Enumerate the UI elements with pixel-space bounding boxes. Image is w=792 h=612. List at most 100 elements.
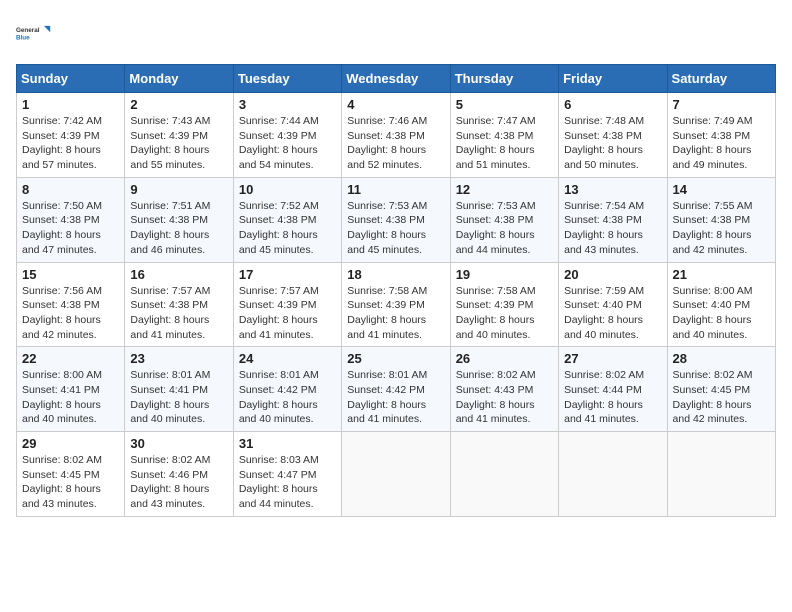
calendar-header-thursday: Thursday — [450, 65, 558, 93]
day-number: 24 — [239, 351, 336, 366]
calendar-cell: 20Sunrise: 7:59 AM Sunset: 4:40 PM Dayli… — [559, 262, 667, 347]
day-info: Sunrise: 7:52 AM Sunset: 4:38 PM Dayligh… — [239, 199, 336, 258]
day-info: Sunrise: 7:44 AM Sunset: 4:39 PM Dayligh… — [239, 114, 336, 173]
calendar-cell: 14Sunrise: 7:55 AM Sunset: 4:38 PM Dayli… — [667, 177, 775, 262]
day-info: Sunrise: 7:48 AM Sunset: 4:38 PM Dayligh… — [564, 114, 661, 173]
calendar-cell: 15Sunrise: 7:56 AM Sunset: 4:38 PM Dayli… — [17, 262, 125, 347]
calendar-header-saturday: Saturday — [667, 65, 775, 93]
day-number: 27 — [564, 351, 661, 366]
calendar-cell: 22 Sunrise: 8:00 AM Sunset: 4:41 PM Dayli… — [17, 347, 125, 432]
calendar-cell: 26 Sunrise: 8:02 AM Sunset: 4:43 PM Dayli… — [450, 347, 558, 432]
day-number: 12 — [456, 182, 553, 197]
calendar-cell: 2 Sunrise: 7:43 AM Sunset: 4:39 PM Daylig… — [125, 93, 233, 178]
calendar-cell: 24 Sunrise: 8:01 AM Sunset: 4:42 PM Dayli… — [233, 347, 341, 432]
calendar-cell: 23 Sunrise: 8:01 AM Sunset: 4:41 PM Dayli… — [125, 347, 233, 432]
day-info: Sunrise: 8:00 AM Sunset: 4:41 PM Dayligh… — [22, 368, 119, 427]
calendar-cell: 8 Sunrise: 7:50 AM Sunset: 4:38 PM Daylig… — [17, 177, 125, 262]
day-info: Sunrise: 7:50 AM Sunset: 4:38 PM Dayligh… — [22, 199, 119, 258]
day-number: 23 — [130, 351, 227, 366]
day-info: Sunrise: 7:51 AM Sunset: 4:38 PM Dayligh… — [130, 199, 227, 258]
calendar-cell — [342, 432, 450, 517]
calendar-cell: 3 Sunrise: 7:44 AM Sunset: 4:39 PM Daylig… — [233, 93, 341, 178]
day-number: 26 — [456, 351, 553, 366]
day-info: Sunrise: 8:01 AM Sunset: 4:42 PM Dayligh… — [347, 368, 444, 427]
calendar-cell: 4 Sunrise: 7:46 AM Sunset: 4:38 PM Daylig… — [342, 93, 450, 178]
calendar-cell: 29 Sunrise: 8:02 AM Sunset: 4:45 PM Dayli… — [17, 432, 125, 517]
day-number: 20 — [564, 267, 661, 282]
calendar-header-monday: Monday — [125, 65, 233, 93]
calendar-cell: 13 Sunrise: 7:54 AM Sunset: 4:38 PM Dayli… — [559, 177, 667, 262]
calendar-cell: 10 Sunrise: 7:52 AM Sunset: 4:38 PM Dayli… — [233, 177, 341, 262]
day-number: 16 — [130, 267, 227, 282]
calendar-cell — [667, 432, 775, 517]
day-info: Sunrise: 7:53 AM Sunset: 4:38 PM Dayligh… — [456, 199, 553, 258]
day-number: 8 — [22, 182, 119, 197]
calendar-cell: 1 Sunrise: 7:42 AM Sunset: 4:39 PM Daylig… — [17, 93, 125, 178]
day-number: 21 — [673, 267, 770, 282]
day-info: Sunrise: 8:01 AM Sunset: 4:42 PM Dayligh… — [239, 368, 336, 427]
day-number: 13 — [564, 182, 661, 197]
calendar-cell: 16Sunrise: 7:57 AM Sunset: 4:38 PM Dayli… — [125, 262, 233, 347]
calendar-cell — [559, 432, 667, 517]
day-info: Sunrise: 8:00 AM Sunset: 4:40 PM Dayligh… — [673, 284, 770, 343]
day-info: Sunrise: 7:46 AM Sunset: 4:38 PM Dayligh… — [347, 114, 444, 173]
calendar-week-row: 15Sunrise: 7:56 AM Sunset: 4:38 PM Dayli… — [17, 262, 776, 347]
day-info: Sunrise: 8:02 AM Sunset: 4:45 PM Dayligh… — [673, 368, 770, 427]
calendar-week-row: 8 Sunrise: 7:50 AM Sunset: 4:38 PM Daylig… — [17, 177, 776, 262]
calendar-cell: 11Sunrise: 7:53 AM Sunset: 4:38 PM Dayli… — [342, 177, 450, 262]
calendar-cell: 21 Sunrise: 8:00 AM Sunset: 4:40 PM Dayli… — [667, 262, 775, 347]
day-number: 30 — [130, 436, 227, 451]
calendar-cell: 6Sunrise: 7:48 AM Sunset: 4:38 PM Daylig… — [559, 93, 667, 178]
day-info: Sunrise: 8:02 AM Sunset: 4:43 PM Dayligh… — [456, 368, 553, 427]
day-number: 4 — [347, 97, 444, 112]
day-info: Sunrise: 8:02 AM Sunset: 4:45 PM Dayligh… — [22, 453, 119, 512]
day-info: Sunrise: 7:42 AM Sunset: 4:39 PM Dayligh… — [22, 114, 119, 173]
day-number: 29 — [22, 436, 119, 451]
day-info: Sunrise: 7:47 AM Sunset: 4:38 PM Dayligh… — [456, 114, 553, 173]
logo-icon: GeneralBlue — [16, 16, 52, 52]
day-info: Sunrise: 7:58 AM Sunset: 4:39 PM Dayligh… — [456, 284, 553, 343]
day-number: 25 — [347, 351, 444, 366]
day-number: 22 — [22, 351, 119, 366]
calendar-cell: 25 Sunrise: 8:01 AM Sunset: 4:42 PM Dayli… — [342, 347, 450, 432]
day-number: 1 — [22, 97, 119, 112]
day-info: Sunrise: 7:55 AM Sunset: 4:38 PM Dayligh… — [673, 199, 770, 258]
calendar-week-row: 1 Sunrise: 7:42 AM Sunset: 4:39 PM Daylig… — [17, 93, 776, 178]
calendar-header-wednesday: Wednesday — [342, 65, 450, 93]
calendar-header-sunday: Sunday — [17, 65, 125, 93]
svg-text:General: General — [16, 27, 40, 34]
day-info: Sunrise: 8:02 AM Sunset: 4:46 PM Dayligh… — [130, 453, 227, 512]
calendar-cell: 17 Sunrise: 7:57 AM Sunset: 4:39 PM Dayli… — [233, 262, 341, 347]
day-number: 18 — [347, 267, 444, 282]
day-number: 10 — [239, 182, 336, 197]
day-number: 5 — [456, 97, 553, 112]
day-number: 7 — [673, 97, 770, 112]
calendar-cell: 27Sunrise: 8:02 AM Sunset: 4:44 PM Dayli… — [559, 347, 667, 432]
page-header: GeneralBlue — [16, 16, 776, 52]
calendar-cell: 28 Sunrise: 8:02 AM Sunset: 4:45 PM Dayli… — [667, 347, 775, 432]
day-info: Sunrise: 7:49 AM Sunset: 4:38 PM Dayligh… — [673, 114, 770, 173]
day-number: 9 — [130, 182, 227, 197]
day-number: 17 — [239, 267, 336, 282]
calendar-header-tuesday: Tuesday — [233, 65, 341, 93]
logo: GeneralBlue — [16, 16, 52, 52]
calendar-cell: 19Sunrise: 7:58 AM Sunset: 4:39 PM Dayli… — [450, 262, 558, 347]
day-info: Sunrise: 7:58 AM Sunset: 4:39 PM Dayligh… — [347, 284, 444, 343]
day-info: Sunrise: 8:01 AM Sunset: 4:41 PM Dayligh… — [130, 368, 227, 427]
calendar-cell: 12 Sunrise: 7:53 AM Sunset: 4:38 PM Dayli… — [450, 177, 558, 262]
day-number: 2 — [130, 97, 227, 112]
day-info: Sunrise: 7:57 AM Sunset: 4:39 PM Dayligh… — [239, 284, 336, 343]
day-info: Sunrise: 8:03 AM Sunset: 4:47 PM Dayligh… — [239, 453, 336, 512]
calendar-cell: 9 Sunrise: 7:51 AM Sunset: 4:38 PM Daylig… — [125, 177, 233, 262]
day-number: 3 — [239, 97, 336, 112]
day-info: Sunrise: 7:56 AM Sunset: 4:38 PM Dayligh… — [22, 284, 119, 343]
calendar-cell: 18 Sunrise: 7:58 AM Sunset: 4:39 PM Dayli… — [342, 262, 450, 347]
calendar-header-row: SundayMondayTuesdayWednesdayThursdayFrid… — [17, 65, 776, 93]
calendar-cell — [450, 432, 558, 517]
day-number: 28 — [673, 351, 770, 366]
calendar-cell: 31 Sunrise: 8:03 AM Sunset: 4:47 PM Dayli… — [233, 432, 341, 517]
day-number: 31 — [239, 436, 336, 451]
day-info: Sunrise: 7:54 AM Sunset: 4:38 PM Dayligh… — [564, 199, 661, 258]
calendar-week-row: 22 Sunrise: 8:00 AM Sunset: 4:41 PM Dayli… — [17, 347, 776, 432]
day-info: Sunrise: 7:43 AM Sunset: 4:39 PM Dayligh… — [130, 114, 227, 173]
